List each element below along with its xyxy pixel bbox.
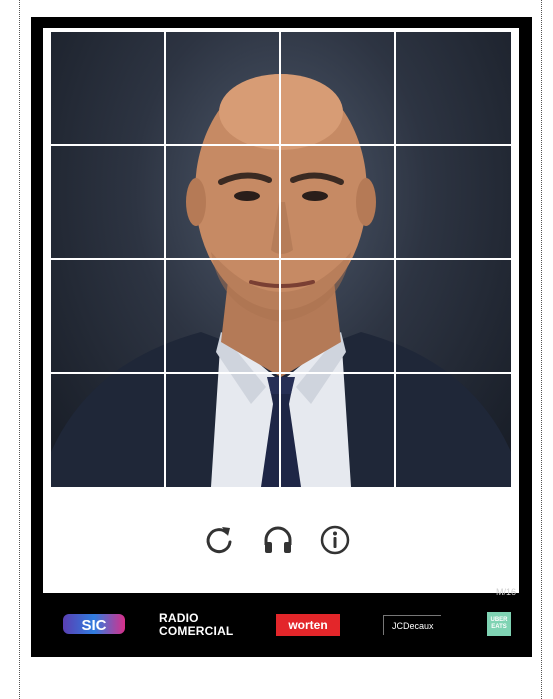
puzzle-image[interactable]: [51, 32, 511, 487]
grid-line-horizontal: [51, 144, 511, 146]
jcdecaux-logo: JCDecaux: [383, 615, 441, 635]
captcha-panel: [43, 28, 519, 593]
grid-line-horizontal: [51, 372, 511, 374]
right-dotted-border: [541, 0, 542, 699]
captcha-controls: [43, 487, 519, 593]
left-dotted-border: [19, 0, 20, 699]
sponsor-bar: SIC RADIO COMERCIAL worten JCDecaux UBER…: [31, 607, 532, 647]
audio-button[interactable]: [260, 522, 296, 558]
worten-logo: worten: [276, 614, 340, 636]
sic-logo: SIC: [61, 611, 127, 637]
headphones-icon: [264, 526, 292, 553]
radio-logo-line2: COMERCIAL: [159, 624, 234, 638]
radio-comercial-logo: RADIO COMERCIAL: [159, 609, 243, 641]
reload-icon: [206, 527, 232, 554]
captcha-card: M/16 SIC RADIO COMERCIAL worten JCDecaux: [31, 17, 532, 657]
grid-line-horizontal: [51, 258, 511, 260]
progress-counter: M/16: [495, 587, 516, 597]
info-icon: [320, 525, 350, 555]
info-button[interactable]: [317, 522, 353, 558]
uber-eats-logo: UBER EATS: [487, 612, 511, 636]
reload-button[interactable]: [201, 522, 237, 558]
svg-text:SIC: SIC: [81, 617, 106, 634]
